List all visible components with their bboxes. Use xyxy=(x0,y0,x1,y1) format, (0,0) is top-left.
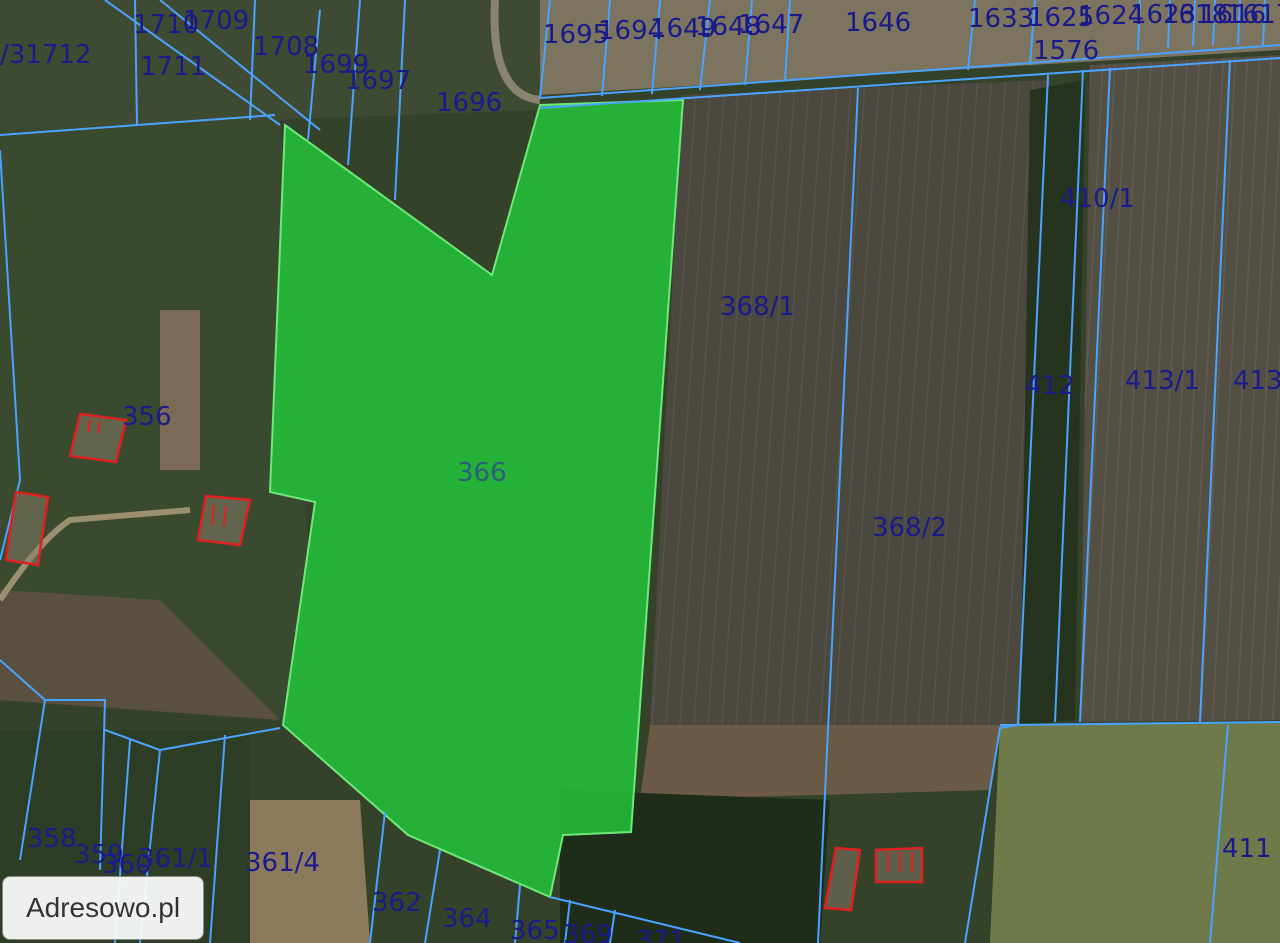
parcel-label[interactable]: 1617 xyxy=(1226,2,1280,28)
parcel-label[interactable]: 413 xyxy=(1233,368,1280,394)
parcel-label[interactable]: 365 xyxy=(510,918,560,943)
parcel-label[interactable]: 364 xyxy=(442,906,492,932)
parcel-label[interactable]: 412 xyxy=(1025,373,1075,399)
parcel-label[interactable]: 368/2 xyxy=(872,515,947,541)
map-imagery xyxy=(0,0,1280,943)
parcel-label[interactable]: 1633 xyxy=(968,6,1034,32)
parcel-label[interactable]: 369 xyxy=(563,922,613,943)
adresowo-watermark: Adresowo.pl xyxy=(2,876,204,940)
parcel-label[interactable]: 1646 xyxy=(845,10,911,36)
cadastral-map[interactable]: 1710 1709 1708 1711 1699 1697 1696 1695 … xyxy=(0,0,1280,943)
parcel-label[interactable]: 362 xyxy=(372,890,422,916)
parcel-label[interactable]: 356 xyxy=(122,404,172,430)
parcel-label[interactable]: 1697 xyxy=(345,68,411,94)
parcel-label[interactable]: 1711 xyxy=(140,54,206,80)
parcel-label[interactable]: 371 xyxy=(636,928,686,943)
parcel-label[interactable]: 1696 xyxy=(436,90,502,116)
parcel-label[interactable]: 1709 xyxy=(183,8,249,34)
parcel-label[interactable]: 358 xyxy=(27,826,77,852)
parcel-label[interactable]: 361/4 xyxy=(245,850,320,876)
selected-parcel-label[interactable]: 366 xyxy=(457,460,507,486)
parcel-label[interactable]: 413/1 xyxy=(1125,368,1200,394)
parcel-label[interactable]: 368/1 xyxy=(720,294,795,320)
parcel-label[interactable]: /31712 xyxy=(0,42,91,68)
parcel-label[interactable]: 361/1 xyxy=(138,846,213,872)
parcel-label[interactable]: 1647 xyxy=(738,12,804,38)
parcel-label[interactable]: 410/1 xyxy=(1060,186,1135,212)
parcel-label[interactable]: 411 xyxy=(1222,836,1272,862)
parcel-label[interactable]: 1576 xyxy=(1033,38,1099,64)
